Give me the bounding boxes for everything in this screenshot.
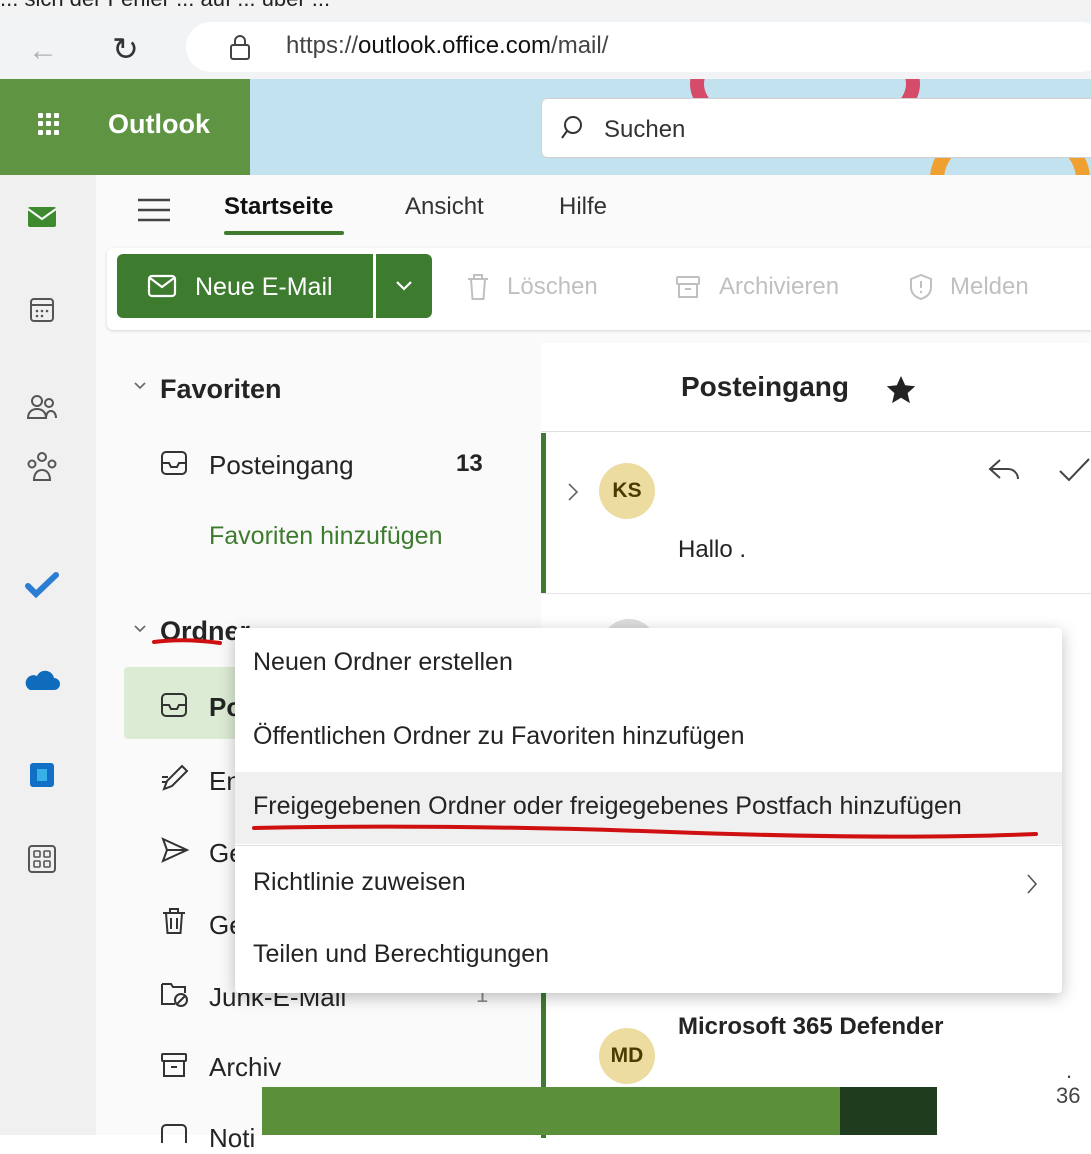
overlay-image: [262, 1087, 937, 1135]
chevron-down-icon: [396, 281, 412, 291]
people-icon[interactable]: [22, 387, 62, 427]
search-icon: [561, 116, 582, 139]
active-tab-indicator: [224, 231, 344, 235]
sent-icon: [161, 837, 190, 863]
hamburger-menu-icon[interactable]: [136, 197, 172, 223]
favorites-inbox[interactable]: Posteingang: [209, 450, 354, 481]
trash-icon: [468, 274, 488, 300]
list-item[interactable]: KS Hallo .: [541, 433, 1091, 593]
avatar: MD: [599, 1028, 655, 1084]
avatar: KS: [599, 463, 655, 519]
new-mail-button[interactable]: Neue E-Mail: [117, 254, 373, 318]
menu-item-label: Neuen Ordner erstellen: [253, 648, 513, 676]
tab-hilfe[interactable]: Hilfe: [559, 193, 607, 221]
folder-archive-label[interactable]: Archiv: [209, 1052, 281, 1083]
shield-icon: [910, 273, 932, 301]
menu-item-label: Teilen und Berechtigungen: [253, 940, 550, 968]
brand-area: Outlook: [0, 79, 250, 175]
chevron-down-icon[interactable]: [132, 623, 148, 635]
notes-icon: [161, 1124, 187, 1143]
checkmark-icon[interactable]: [1056, 455, 1091, 485]
chevron-down-icon[interactable]: [132, 380, 148, 392]
lock-icon: [230, 35, 250, 60]
delete-button[interactable]: Löschen: [507, 273, 598, 301]
archive-icon: [676, 276, 700, 298]
groups-icon[interactable]: [22, 447, 62, 487]
report-button[interactable]: Melden: [950, 273, 1029, 301]
menu-divider: [235, 845, 1062, 846]
context-menu: Neuen Ordner erstellen Öffentlichen Ordn…: [235, 628, 1062, 993]
divider: [541, 593, 1091, 594]
star-icon[interactable]: [884, 373, 918, 407]
inbox-icon: [161, 451, 187, 475]
favorites-header[interactable]: Favoriten: [160, 374, 282, 405]
drafts-icon: [162, 764, 189, 791]
todo-icon[interactable]: [22, 565, 62, 605]
calendar-icon[interactable]: [22, 290, 62, 330]
archive-button[interactable]: Archivieren: [719, 273, 839, 301]
page-top-fragment: ... sich der Fehler ... auf ... über ...: [0, 0, 1091, 12]
menu-item-sharing-permissions[interactable]: Teilen und Berechtigungen: [235, 920, 1062, 992]
browser-address-bar: ← ↻ https://outlook.office.com/mail/: [0, 12, 1091, 79]
envelope-icon: [147, 274, 177, 298]
list-title: Posteingang: [681, 371, 850, 402]
archive-icon: [161, 1053, 187, 1077]
divider: [541, 431, 1091, 432]
menu-item-label: Öffentlichen Ordner zu Favoriten hinzufü…: [253, 722, 745, 750]
onedrive-icon[interactable]: [22, 660, 62, 700]
search-input[interactable]: Suchen: [541, 98, 1091, 158]
new-mail-dropdown[interactable]: [376, 254, 432, 318]
chevron-right-icon: [1027, 874, 1038, 894]
back-arrow-icon[interactable]: ←: [28, 34, 58, 68]
mail-snippet: .: [1066, 1058, 1073, 1083]
reload-icon[interactable]: ↻: [112, 30, 139, 68]
trash-icon: [163, 908, 185, 934]
reply-icon[interactable]: [986, 455, 1022, 485]
app-name[interactable]: Outlook: [108, 109, 210, 140]
url-text: https://outlook.office.com/mail/: [286, 32, 609, 59]
more-apps-icon[interactable]: [22, 839, 62, 879]
menu-item-label: Richtlinie zuweisen: [253, 868, 466, 896]
mail-preview: Hallo .: [678, 536, 747, 563]
chevron-right-icon[interactable]: [566, 481, 580, 503]
mail-icon[interactable]: [22, 197, 62, 237]
app-rail: [0, 175, 96, 1135]
annotation-underline: [252, 824, 1038, 839]
app-launcher-icon[interactable]: [38, 113, 60, 135]
junk-icon: [161, 983, 188, 1007]
menu-item-label: Freigegebenen Ordner oder freigegebenes …: [253, 792, 962, 820]
mail-snippet: 36: [1056, 1083, 1081, 1108]
menu-item-assign-policy[interactable]: Richtlinie zuweisen: [235, 848, 1062, 920]
tab-startseite[interactable]: Startseite: [224, 193, 333, 221]
office-app-icon[interactable]: [22, 755, 62, 795]
url-field[interactable]: https://outlook.office.com/mail/: [186, 22, 1091, 72]
command-toolbar: Neue E-Mail Löschen Archivieren Melden: [107, 248, 1091, 330]
unread-count: 13: [456, 450, 483, 477]
folder-notes-label[interactable]: Noti: [209, 1123, 255, 1154]
menu-item-add-public-folder[interactable]: Öffentlichen Ordner zu Favoriten hinzufü…: [235, 702, 1062, 774]
annotation-underline: [152, 638, 222, 645]
overlay-image: [840, 1087, 937, 1135]
mail-sender: Microsoft 365 Defender: [678, 1013, 944, 1040]
app-header: Outlook Suchen: [0, 79, 1091, 175]
inbox-icon: [161, 693, 187, 717]
menu-item-new-folder[interactable]: Neuen Ordner erstellen: [235, 628, 1062, 700]
new-mail-label: Neue E-Mail: [195, 273, 333, 301]
add-favorites-link[interactable]: Favoriten hinzufügen: [209, 522, 442, 551]
search-placeholder: Suchen: [604, 116, 686, 143]
tab-ansicht[interactable]: Ansicht: [405, 193, 484, 221]
menu-item-add-shared-folder[interactable]: Freigegebenen Ordner oder freigegebenes …: [235, 772, 1062, 844]
